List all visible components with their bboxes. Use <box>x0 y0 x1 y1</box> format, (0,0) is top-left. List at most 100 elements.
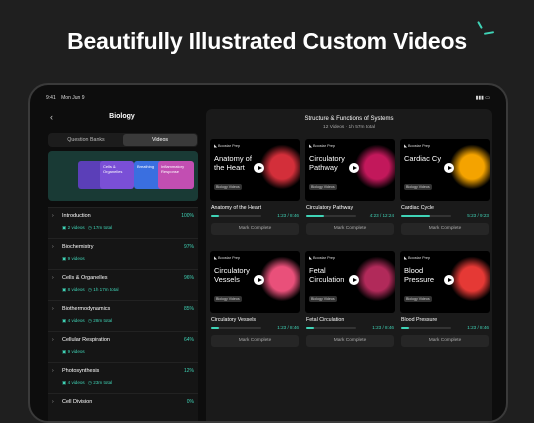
video-card[interactable]: ◣ Boostar Prep Fetal Circulation Biology… <box>305 251 395 361</box>
video-thumbnail[interactable]: ◣ Boostar Prep Fetal Circulation Biology… <box>305 251 395 313</box>
chevron-right-icon: › <box>52 213 54 219</box>
topic-item[interactable]: › Cells & Organelles 96% ▣ 8 videos ◷ 1h… <box>48 269 198 300</box>
chevron-right-icon: › <box>52 306 54 312</box>
video-time: 4:23 / 12:24 <box>369 213 394 218</box>
topic-item[interactable]: › Photosynthesis 12% ▣ 4 videos ◷ 23m to… <box>48 362 198 393</box>
section-title: Structure & Functions of Systems <box>304 116 394 122</box>
video-thumbnail[interactable]: ◣ Boostar Prep Anatomy of the Heart Biol… <box>210 139 300 201</box>
illustration <box>355 251 395 313</box>
video-card[interactable]: ◣ Boostar Prep Anatomy of the Heart Biol… <box>210 139 300 249</box>
segmented-control: Question Banks Videos <box>48 133 198 147</box>
progress-bar <box>211 215 261 217</box>
play-icon[interactable] <box>349 275 359 285</box>
video-thumb-title: Circulatory Pathway <box>309 154 345 172</box>
chevron-right-icon: › <box>52 244 54 250</box>
video-time: 1:23 / 8:46 <box>372 325 394 330</box>
progress-bar <box>306 215 356 217</box>
video-title: Circulatory Vessels <box>211 317 257 323</box>
chevron-right-icon: › <box>52 368 54 374</box>
brand-label: ◣ Boostar Prep <box>309 144 336 148</box>
sidebar: ‹ Biology Question Banks Videos Cells & … <box>44 109 200 421</box>
video-tag: Biology Videos <box>309 184 337 190</box>
topic-total-time: ◷ 17m total <box>88 225 113 230</box>
topic-percent: 85% <box>183 306 194 312</box>
mark-complete-button[interactable]: Mark Complete <box>306 223 394 235</box>
illustration <box>260 139 300 201</box>
video-thumb-title: Blood Pressure <box>404 266 435 284</box>
topic-video-count: ▣ 9 videos <box>62 256 85 261</box>
video-thumbnail[interactable]: ◣ Boostar Prep Cardiac Cy Biology Videos <box>400 139 490 201</box>
status-bar: 9:41 Mon Jun 9 ▮▮▮ ▭ <box>46 95 490 105</box>
video-thumbnail[interactable]: ◣ Boostar Prep Circulatory Pathway Biolo… <box>305 139 395 201</box>
brand-label: ◣ Boostar Prep <box>404 144 431 148</box>
video-tag: Biology Videos <box>404 184 432 190</box>
progress-bar <box>401 215 451 217</box>
section-meta: 12 Videos · 1h 57m total <box>323 125 375 130</box>
tab-videos[interactable]: Videos <box>123 134 197 146</box>
topic-item[interactable]: › Introduction 100% ▣ 2 videos ◷ 17m tot… <box>48 207 198 238</box>
sparkle-icon <box>474 18 500 44</box>
video-tag: Biology Videos <box>214 296 242 302</box>
video-tag: Biology Videos <box>309 296 337 302</box>
illustration <box>260 251 300 313</box>
video-card[interactable]: ◣ Boostar Prep Circulatory Pathway Biolo… <box>305 139 395 249</box>
topic-item[interactable]: › Cell Division 0% <box>48 393 198 421</box>
topic-percent: 96% <box>183 275 194 281</box>
video-tag: Biology Videos <box>404 296 432 302</box>
play-icon[interactable] <box>254 163 264 173</box>
video-time: 5:23 / 9:23 <box>467 213 489 218</box>
headline: Beautifully Illustrated Custom Videos <box>67 28 467 54</box>
topic-total-time: ◷ 1h 17m total <box>88 287 119 292</box>
topic-item[interactable]: › Biothermodynamics 85% ▣ 4 videos ◷ 28m… <box>48 300 198 331</box>
mark-complete-button[interactable]: Mark Complete <box>401 223 489 235</box>
mark-complete-button[interactable]: Mark Complete <box>211 335 299 347</box>
mark-complete-button[interactable]: Mark Complete <box>306 335 394 347</box>
topic-total-time: ◷ 28m total <box>88 318 113 323</box>
video-card[interactable]: ◣ Boostar Prep Blood Pressure Biology Vi… <box>400 251 490 361</box>
video-thumb-title: Circulatory Vessels <box>214 266 250 284</box>
video-thumbnail[interactable]: ◣ Boostar Prep Circulatory Vessels Biolo… <box>210 251 300 313</box>
video-time: 1:23 / 8:46 <box>467 325 489 330</box>
topic-name: Introduction <box>62 213 91 219</box>
topic-percent: 64% <box>183 337 194 343</box>
topic-name: Cells & Organelles <box>62 275 108 281</box>
tab-question-banks[interactable]: Question Banks <box>49 134 123 146</box>
video-title: Blood Pressure <box>401 317 438 323</box>
topic-list: › Introduction 100% ▣ 2 videos ◷ 17m tot… <box>48 207 198 421</box>
topic-item[interactable]: › Cellular Respiration 64% ▣ 9 videos <box>48 331 198 362</box>
topic-total-time: ◷ 23m total <box>88 380 113 385</box>
video-thumbnail[interactable]: ◣ Boostar Prep Blood Pressure Biology Vi… <box>400 251 490 313</box>
video-title: Anatomy of the Heart <box>211 205 262 211</box>
illustration <box>450 251 490 313</box>
topic-video-count: ▣ 9 videos <box>62 349 85 354</box>
play-icon[interactable] <box>444 275 454 285</box>
play-icon[interactable] <box>444 163 454 173</box>
play-icon[interactable] <box>254 275 264 285</box>
video-time: 1:23 / 8:46 <box>277 325 299 330</box>
status-date: Mon Jun 9 <box>61 95 85 101</box>
topic-video-count: ▣ 4 videos <box>62 380 85 385</box>
battery-icon: ▮▮▮ ▭ <box>475 95 490 101</box>
topic-percent: 97% <box>183 244 194 250</box>
mark-complete-button[interactable]: Mark Complete <box>401 335 489 347</box>
illustration <box>355 139 395 201</box>
chevron-right-icon: › <box>52 337 54 343</box>
topic-name: Cellular Respiration <box>62 337 110 343</box>
topic-name: Biothermodynamics <box>62 306 111 312</box>
brand-label: ◣ Boostar Prep <box>214 256 241 260</box>
topic-item[interactable]: › Biochemistry 97% ▣ 9 videos <box>48 238 198 269</box>
video-tag: Biology Videos <box>214 184 242 190</box>
topic-video-count: ▣ 4 videos <box>62 318 85 323</box>
mark-complete-button[interactable]: Mark Complete <box>211 223 299 235</box>
video-card[interactable]: ◣ Boostar Prep Circulatory Vessels Biolo… <box>210 251 300 361</box>
topic-percent: 12% <box>183 368 194 374</box>
progress-bar <box>306 327 356 329</box>
topic-video-count: ▣ 8 videos <box>62 287 85 292</box>
topic-percent: 100% <box>181 213 194 219</box>
video-card[interactable]: ◣ Boostar Prep Cardiac Cy Biology Videos… <box>400 139 490 249</box>
video-title: Fetal Circulation <box>306 317 345 323</box>
brand-label: ◣ Boostar Prep <box>404 256 431 260</box>
status-time: 9:41 <box>46 95 56 101</box>
play-icon[interactable] <box>349 163 359 173</box>
sidebar-header: ‹ Biology <box>44 109 200 127</box>
